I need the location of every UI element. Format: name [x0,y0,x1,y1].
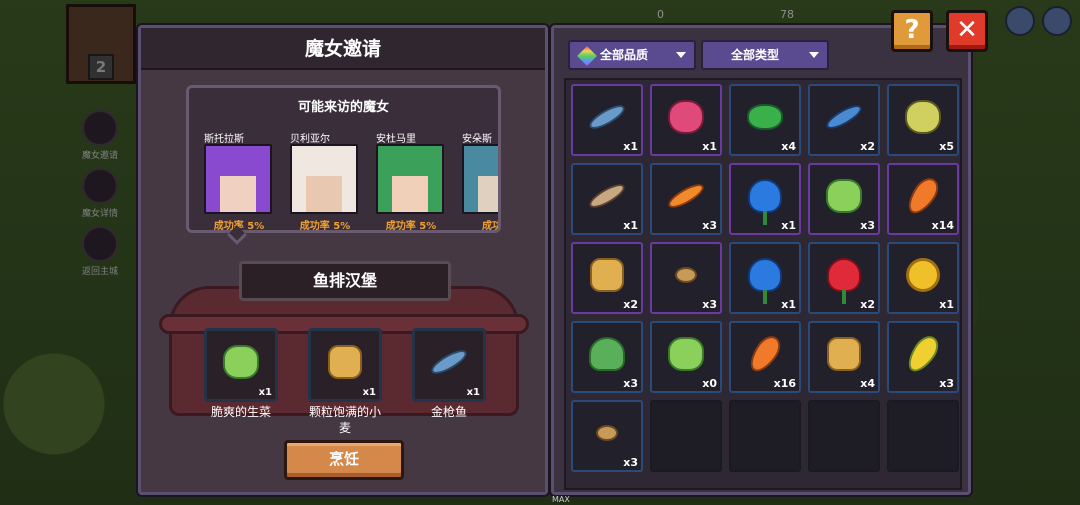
chevron-down-icon [676,52,686,58]
inventory-slot[interactable]: x4 [729,84,801,156]
inventory-slot[interactable]: x2 [808,84,880,156]
help-button[interactable]: ? [891,10,933,52]
witch-success-rate: 成功率 5% [385,221,437,232]
item-count: x0 [702,377,717,390]
witch-success-rate: 成功率 5% [299,221,351,232]
inventory-slot[interactable]: x14 [887,163,959,235]
inventory-slot[interactable]: x2 [571,242,643,314]
item-count: x3 [702,219,717,232]
prism-icon [577,45,597,66]
sound-icon[interactable] [1005,6,1035,36]
ingredient-count: x1 [466,387,480,398]
inventory-panel: 全部品质 全部类型 x1 x1 x4 x2 x5 x1 x3 x1 x3 x14 x2 x3 x1 x2 x… [551,25,971,495]
item-count: x16 [773,377,796,390]
close-button[interactable]: ✕ [946,10,988,52]
inventory-slot[interactable]: x1 [571,163,643,235]
ingredient-slot[interactable]: x1 金枪鱼 [409,328,489,436]
inventory-slot[interactable]: x1 [729,163,801,235]
ingredient-count: x1 [258,387,272,398]
ingredient-slot-frame: x1 [412,328,486,402]
ingredient-label: 脆爽的生菜 [210,405,271,419]
inventory-slot[interactable]: x0 [650,321,722,393]
witch-card[interactable]: 安朵斯成功率 [462,130,501,232]
inventory-slot[interactable]: x4 [808,321,880,393]
inventory-slot-empty[interactable] [808,400,880,472]
inventory-slot[interactable]: x1 [887,242,959,314]
possible-witches-title: 可能来访的魔女 [297,100,389,115]
item-count: x14 [931,219,954,232]
ingredient-label: 颗粒饱满的小麦 [308,405,381,435]
quality-filter-label: 全部品质 [600,48,649,62]
witch-portrait [376,144,444,214]
witch-success-rate: 成功率 [482,221,501,232]
inventory-slot[interactable]: x3 [887,321,959,393]
witch-invite-panel: 魔女邀请 可能来访的魔女 斯托拉斯 成功率 5% 贝利亚尔 成功率 5% 安杜马里 成功率… [138,25,548,495]
item-count: x4 [860,377,875,390]
inventory-slot-empty[interactable] [729,400,801,472]
witch-name: 贝利亚尔 [290,134,330,144]
witch-portrait [204,144,272,214]
type-filter-dropdown[interactable]: 全部类型 [701,40,829,70]
witch-name: 安朵斯 [462,134,492,144]
ingredient-slot-frame: x1 [204,328,278,402]
inventory-slot[interactable]: x3 [571,321,643,393]
witch-name: 斯托拉斯 [204,134,244,144]
inventory-slot[interactable]: x5 [887,84,959,156]
inventory-slot-empty[interactable] [887,400,959,472]
item-count: x3 [702,298,717,311]
item-count: x3 [939,377,954,390]
type-filter-label: 全部类型 [731,48,780,62]
cook-button[interactable]: 烹饪 [284,440,404,480]
item-count: x2 [623,298,638,311]
quality-filter-dropdown[interactable]: 全部品质 [568,40,696,70]
inventory-slot[interactable]: x3 [808,163,880,235]
settings-icon[interactable] [1042,6,1072,36]
item-count: x3 [623,456,638,469]
item-count: x4 [781,140,796,153]
item-count: x3 [860,219,875,232]
item-count: x3 [623,377,638,390]
ingredient-slot-frame: x1 [308,328,382,402]
witch-name: 安杜马里 [376,134,416,144]
dish-name: 鱼排汉堡 [239,261,451,301]
witch-card[interactable]: 安杜马里成功率 5% [376,130,446,230]
item-count: x2 [860,298,875,311]
witch-list: 斯托拉斯成功率 5%贝利亚尔成功率 5%安杜马里成功率 5%安朵斯成功率 [204,130,501,232]
witch-portrait [462,144,498,214]
ingredient-list: x1 脆爽的生菜 x1 颗粒饱满的小麦 x1 金枪鱼 [201,328,501,436]
possible-witches-box: 可能来访的魔女 斯托拉斯 成功率 5% 贝利亚尔 成功率 5% 安杜马里 成功率 5% 安朵… [186,85,501,233]
witch-card[interactable]: 贝利亚尔成功率 5% [290,130,360,230]
inventory-slot-empty[interactable] [650,400,722,472]
inventory-grid: x1 x1 x4 x2 x5 x1 x3 x1 x3 x14 x2 x3 x1 x2 x1 x3 x0 x16 x4… [571,84,959,472]
ingredient-label: 金枪鱼 [430,405,467,419]
item-count: x1 [781,219,796,232]
item-count: x1 [939,298,954,311]
inventory-grid-area: x1 x1 x4 x2 x5 x1 x3 x1 x3 x14 x2 x3 x1 x2 x1 x3 x0 x16 x4… [564,78,962,490]
ingredient-slot[interactable]: x1 颗粒饱满的小麦 [305,328,385,436]
witch-card[interactable]: 斯托拉斯 成功率 5% [204,130,274,230]
item-count: x2 [860,140,875,153]
witch-portrait [290,144,358,214]
inventory-slot[interactable]: x3 [650,163,722,235]
item-count: x1 [781,298,796,311]
ingredient-slot[interactable]: x1 脆爽的生菜 [201,328,281,436]
max-label: MAX [552,495,570,504]
item-count: x1 [623,219,638,232]
panel-title: 魔女邀请 [141,28,545,70]
inventory-slot[interactable]: x3 [650,242,722,314]
inventory-slot[interactable]: x1 [571,84,643,156]
item-count: x5 [939,140,954,153]
inventory-slot[interactable]: x1 [729,242,801,314]
inventory-slot[interactable]: x1 [650,84,722,156]
inventory-slot[interactable]: x3 [571,400,643,472]
inventory-slot[interactable]: x2 [808,242,880,314]
chevron-down-icon [809,52,819,58]
item-count: x1 [623,140,638,153]
inventory-slot[interactable]: x16 [729,321,801,393]
ingredient-count: x1 [362,387,376,398]
item-count: x1 [702,140,717,153]
